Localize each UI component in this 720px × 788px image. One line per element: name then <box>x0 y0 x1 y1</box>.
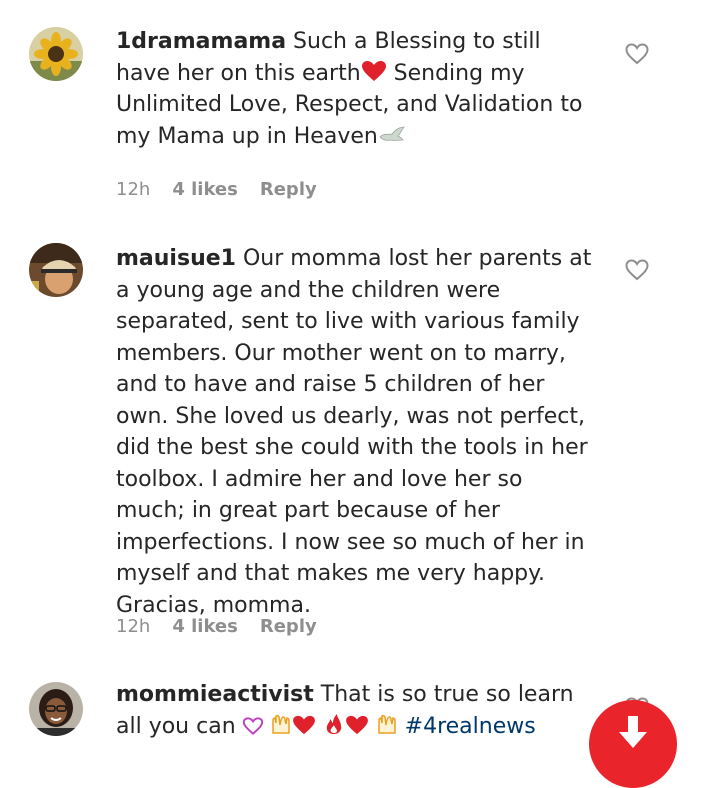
comment-text: mommieactivist That is so true so learn … <box>116 679 596 742</box>
heart-outline-icon <box>625 259 649 281</box>
dove-icon <box>378 126 406 150</box>
username[interactable]: mauisue1 <box>116 246 236 271</box>
username[interactable]: mommieactivist <box>116 682 314 707</box>
download-fab-button[interactable] <box>589 700 677 788</box>
likes-count[interactable]: 4 likes <box>172 179 238 200</box>
comment-text: mauisue1 Our momma lost her parents at a… <box>116 243 596 621</box>
fire-icon <box>323 713 345 740</box>
timestamp: 12h <box>116 179 151 200</box>
comment-meta: 12h 4 likes Reply <box>116 179 317 200</box>
comment-body: Our momma lost her parents at a young ag… <box>116 246 592 618</box>
person-in-cap-avatar-icon <box>29 243 83 297</box>
reply-button[interactable]: Reply <box>260 179 317 200</box>
red-heart-icon <box>361 60 387 87</box>
sunflower-avatar-icon <box>29 27 83 81</box>
timestamp: 12h <box>116 616 151 637</box>
raising-hands-icon <box>270 714 292 740</box>
like-button[interactable] <box>624 258 650 282</box>
raising-hands-icon <box>376 714 398 740</box>
reply-button[interactable]: Reply <box>260 616 317 637</box>
heart-outline-icon <box>625 43 649 65</box>
like-button[interactable] <box>624 42 650 66</box>
username[interactable]: 1dramamama <box>116 29 286 54</box>
avatar[interactable] <box>29 27 83 81</box>
sparkling-heart-icon <box>242 716 263 740</box>
comment-text: 1dramamama Such a Blessing to still have… <box>116 26 596 152</box>
arrow-down-icon <box>619 716 647 748</box>
likes-count[interactable]: 4 likes <box>172 616 238 637</box>
red-heart-icon <box>345 715 369 740</box>
avatar[interactable] <box>29 243 83 297</box>
comment-meta: 12h 4 likes Reply <box>116 616 317 637</box>
avatar[interactable] <box>29 682 83 736</box>
red-heart-icon <box>292 715 316 740</box>
woman-portrait-avatar-icon <box>29 682 83 736</box>
hashtag-link[interactable]: #4realnews <box>405 714 536 739</box>
